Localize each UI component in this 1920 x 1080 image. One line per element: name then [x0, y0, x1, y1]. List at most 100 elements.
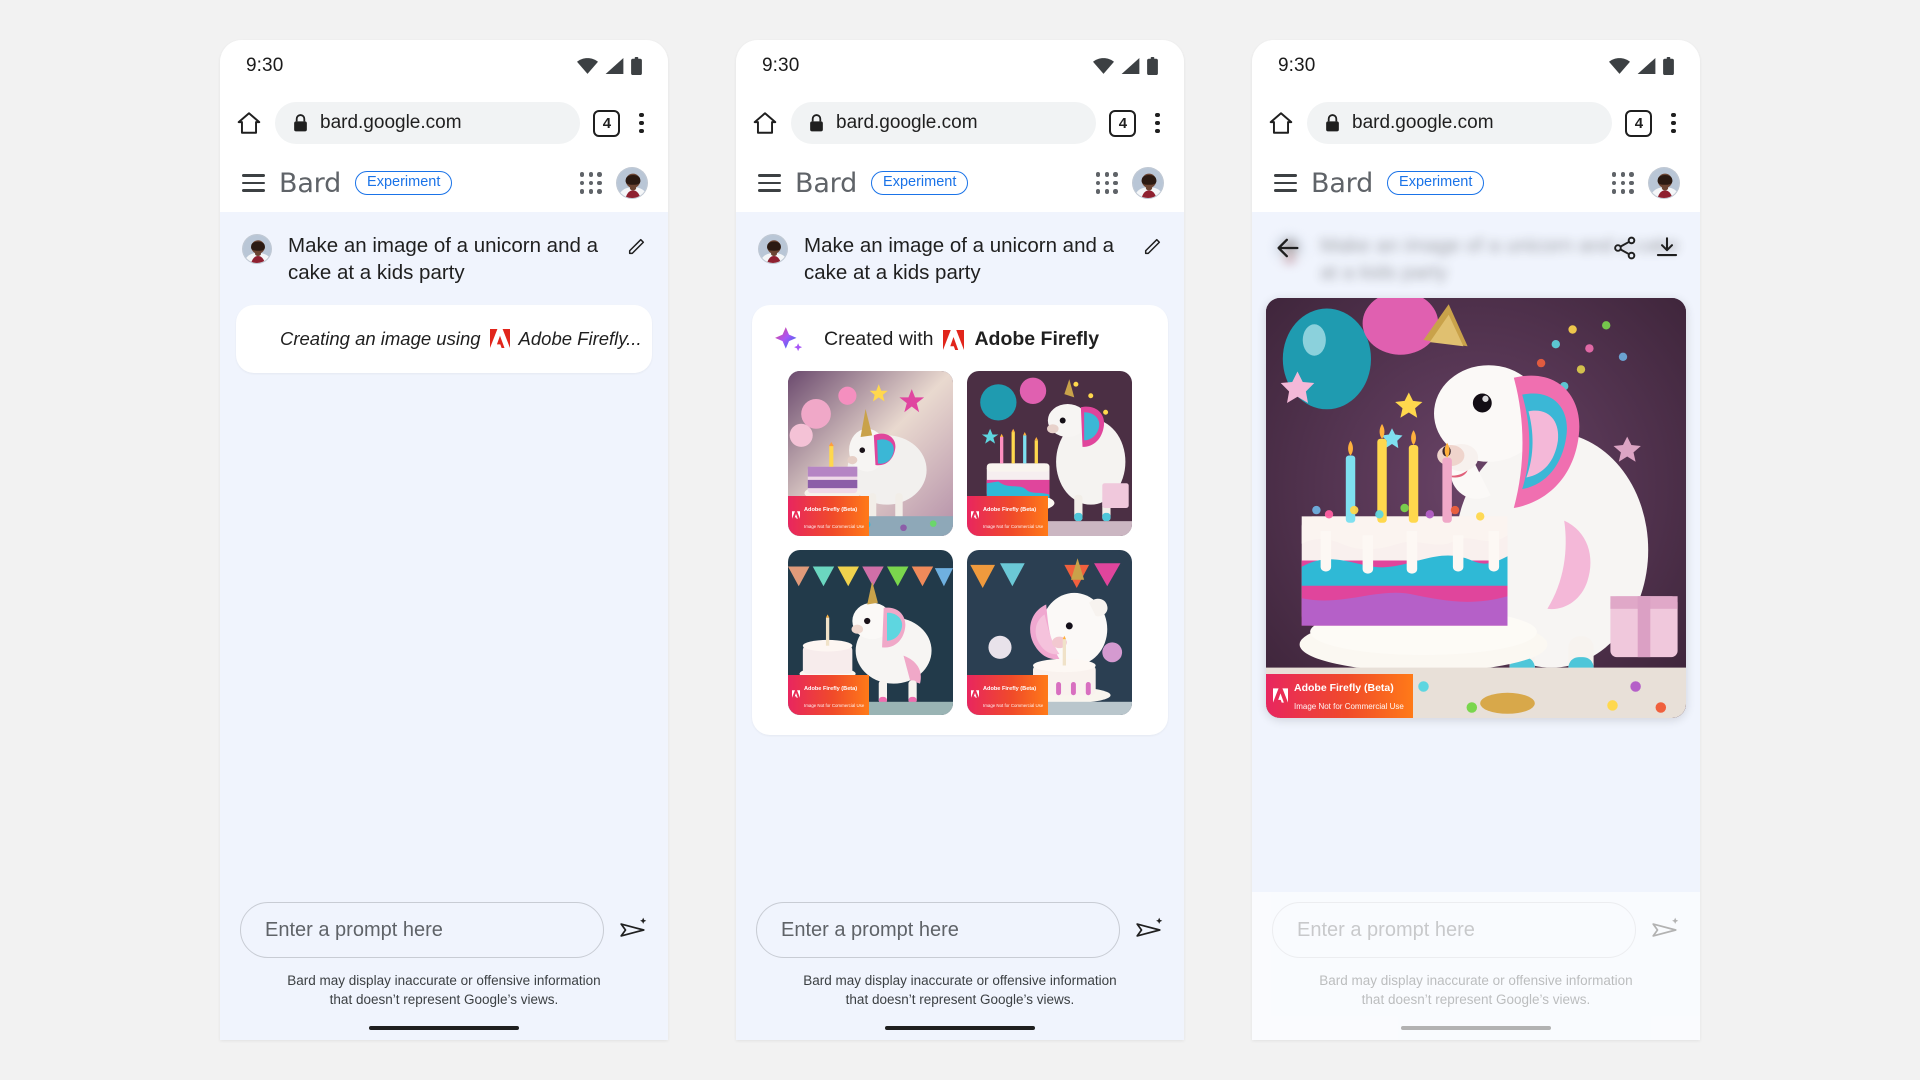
user-prompt-text: Make an image of a unicorn and a cake at…: [288, 234, 598, 285]
phone-panel-results: 9:30 bard.google.com 4 Bard Experiment M…: [736, 40, 1184, 1040]
generated-image-thumbnail[interactable]: Adobe Firefly (Beta) Image Not for Comme…: [967, 550, 1132, 715]
address-bar[interactable]: bard.google.com: [1307, 102, 1613, 144]
download-icon[interactable]: [1654, 235, 1680, 261]
firefly-watermark: Adobe Firefly (Beta) Image Not for Comme…: [967, 495, 1049, 536]
watermark-line1: Adobe Firefly (Beta): [1294, 682, 1394, 695]
user-prompt-row: Make an image of a unicorn and a cake at…: [220, 212, 668, 305]
home-indicator-bar: [369, 1025, 519, 1030]
address-bar[interactable]: bard.google.com: [791, 102, 1097, 144]
cellular-signal-icon: [605, 58, 624, 74]
generated-image-thumbnail[interactable]: Adobe Firefly (Beta) Image Not for Comme…: [788, 550, 953, 715]
send-sparkle-icon[interactable]: [618, 915, 648, 945]
hamburger-menu-icon[interactable]: [242, 174, 265, 192]
image-results-card: Created with Adobe Firefly Adobe Firefly…: [752, 304, 1168, 735]
address-bar-url: bard.google.com: [836, 112, 978, 133]
result-header-text: Created with Adobe Firefly: [824, 328, 1099, 351]
watermark-text: Adobe Firefly (Beta) Image Not for Comme…: [804, 498, 864, 533]
generating-status-card: Creating an image using Adobe Firefly...: [236, 304, 652, 373]
chat-content: Make an image of a unicorn and a cake at…: [736, 212, 1184, 893]
kebab-menu-icon[interactable]: [1149, 109, 1166, 138]
disclaimer-text: Bard may display inaccurate or offensive…: [1319, 973, 1633, 1007]
home-icon[interactable]: [1268, 110, 1294, 136]
google-apps-grid-icon[interactable]: [579, 171, 602, 195]
lock-icon: [294, 114, 307, 132]
composer-row: Enter a prompt here: [1272, 902, 1680, 959]
watermark-line2: Image Not for Commercial Use: [804, 524, 865, 530]
adobe-logo-icon: [971, 511, 979, 520]
generated-image-thumbnail[interactable]: Adobe Firefly (Beta) Image Not for Comme…: [967, 371, 1132, 536]
address-bar[interactable]: bard.google.com: [275, 102, 581, 144]
back-arrow-icon[interactable]: [1274, 234, 1302, 262]
screenshot-stage: 9:30 bard.google.com 4 Bard Experiment M…: [0, 0, 1920, 1080]
status-icons: [1609, 57, 1674, 75]
kebab-menu-icon[interactable]: [633, 109, 650, 138]
adobe-logo-icon: [943, 329, 965, 350]
composer: Enter a prompt here Bard may display ina…: [736, 892, 1184, 1040]
adobe-logo-icon: [792, 690, 800, 699]
watermark-line1: Adobe Firefly (Beta): [983, 685, 1037, 692]
tab-count-button[interactable]: 4: [593, 109, 621, 137]
tab-count-button[interactable]: 4: [1625, 109, 1653, 137]
generated-image-thumbnail[interactable]: Adobe Firefly (Beta) Image Not for Comme…: [788, 371, 953, 536]
full-size-generated-image[interactable]: Adobe Firefly (Beta) Image Not for Comme…: [1266, 298, 1686, 718]
address-bar-url: bard.google.com: [320, 112, 462, 133]
prompt-input[interactable]: Enter a prompt here: [756, 902, 1120, 959]
status-clock: 9:30: [762, 55, 800, 76]
wifi-icon: [1609, 58, 1630, 74]
tab-count-value: 4: [1118, 114, 1128, 132]
status-clock: 9:30: [246, 55, 284, 76]
status-bar: 9:30: [736, 40, 1184, 92]
bard-app-bar: Bard Experiment: [736, 154, 1184, 212]
status-bar: 9:30: [220, 40, 668, 92]
result-header: Created with Adobe Firefly: [772, 323, 1148, 371]
watermark-text: Adobe Firefly (Beta) Image Not for Comme…: [983, 677, 1043, 712]
avatar[interactable]: [1648, 167, 1680, 199]
hamburger-menu-icon[interactable]: [758, 174, 781, 192]
pencil-edit-icon[interactable]: [1142, 235, 1164, 257]
status-icons: [1093, 57, 1158, 75]
firefly-watermark: Adobe Firefly (Beta) Image Not for Comme…: [1266, 674, 1413, 718]
sparkle-icon: [775, 326, 803, 351]
composer-row: Enter a prompt here: [756, 902, 1164, 959]
prompt-input[interactable]: Enter a prompt here: [240, 902, 604, 959]
watermark-line2: Image Not for Commercial Use: [804, 703, 865, 709]
page-title: Bard: [1311, 167, 1374, 199]
hamburger-menu-icon[interactable]: [1274, 174, 1297, 192]
page-title: Bard: [795, 167, 858, 199]
adobe-logo-icon: [489, 329, 510, 348]
disclaimer-text: Bard may display inaccurate or offensive…: [803, 973, 1117, 1007]
home-icon[interactable]: [236, 110, 262, 136]
generating-status-text: Creating an image using Adobe Firefly...: [280, 328, 642, 350]
status-clock: 9:30: [1278, 55, 1316, 76]
avatar: [242, 234, 272, 264]
cellular-signal-icon: [1121, 58, 1140, 74]
browser-toolbar: bard.google.com 4: [220, 92, 668, 154]
avatar[interactable]: [1132, 167, 1164, 199]
google-apps-grid-icon[interactable]: [1611, 171, 1634, 195]
share-icon[interactable]: [1612, 235, 1638, 261]
firefly-watermark: Adobe Firefly (Beta) Image Not for Comme…: [788, 495, 870, 536]
lock-icon: [810, 114, 823, 132]
user-prompt-text: Make an image of a unicorn and a cake at…: [804, 234, 1114, 285]
home-indicator-bar: [1401, 1025, 1551, 1030]
phone-panel-loading: 9:30 bard.google.com 4 Bard Experiment M…: [220, 40, 668, 1040]
google-apps-grid-icon[interactable]: [1095, 171, 1118, 195]
tab-count-button[interactable]: 4: [1109, 109, 1137, 137]
page-title: Bard: [279, 167, 342, 199]
send-sparkle-icon[interactable]: [1134, 915, 1164, 945]
address-bar-url: bard.google.com: [1352, 112, 1494, 133]
browser-toolbar: bard.google.com 4: [1252, 92, 1700, 154]
watermark-text: Adobe Firefly (Beta) Image Not for Comme…: [804, 677, 864, 712]
wifi-icon: [1093, 58, 1114, 74]
avatar[interactable]: [616, 167, 648, 199]
send-sparkle-icon[interactable]: [1650, 915, 1680, 945]
watermark-text: Adobe Firefly (Beta) Image Not for Comme…: [1294, 678, 1404, 713]
status-bar: 9:30: [1252, 40, 1700, 92]
kebab-menu-icon[interactable]: [1665, 109, 1682, 138]
home-icon[interactable]: [752, 110, 778, 136]
watermark-line2: Image Not for Commercial Use: [983, 524, 1044, 530]
adobe-logo-icon: [792, 511, 800, 520]
prompt-input[interactable]: Enter a prompt here: [1272, 902, 1636, 959]
pencil-edit-icon[interactable]: [626, 235, 648, 257]
chat-content: Make an image of a unicorn and a cake at…: [220, 212, 668, 893]
